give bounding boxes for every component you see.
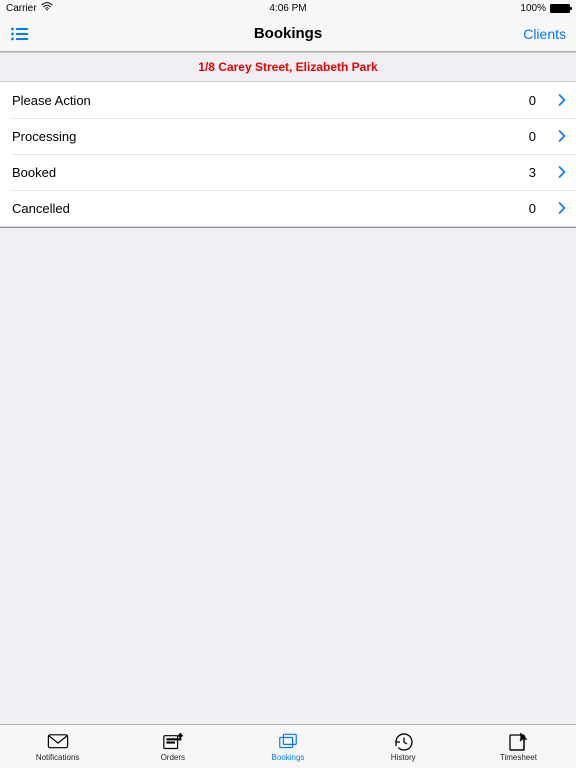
- row-label: Booked: [12, 165, 529, 180]
- screen: Carrier 4:06 PM 100% Bo: [0, 0, 576, 768]
- timesheet-icon: [507, 732, 529, 752]
- tab-bar: Notifications Orders Bookings History Ti: [0, 724, 576, 768]
- row-label: Processing: [12, 129, 529, 144]
- booking-status-list: Please Action 0 Processing 0 Booked 3 Ca…: [0, 82, 576, 228]
- clients-button[interactable]: Clients: [523, 26, 566, 42]
- wifi-icon: [41, 2, 53, 14]
- tab-notifications[interactable]: Notifications: [0, 725, 115, 768]
- row-booked[interactable]: Booked 3: [0, 154, 576, 190]
- bookings-icon: [277, 732, 299, 752]
- chevron-right-icon: [558, 166, 566, 178]
- orders-icon: [162, 732, 184, 752]
- content-background: [0, 228, 576, 724]
- list-menu-icon[interactable]: [10, 26, 30, 42]
- tab-bookings[interactable]: Bookings: [230, 725, 345, 768]
- tab-label: Timesheet: [500, 753, 537, 762]
- tab-label: History: [391, 753, 416, 762]
- nav-left: [10, 26, 30, 42]
- tab-label: Orders: [161, 753, 185, 762]
- row-label: Cancelled: [12, 201, 529, 216]
- row-count: 0: [529, 201, 536, 216]
- section-title: 1/8 Carey Street, Elizabeth Park: [198, 60, 377, 74]
- battery-icon: [550, 4, 570, 13]
- row-please-action[interactable]: Please Action 0: [0, 82, 576, 118]
- tab-timesheet[interactable]: Timesheet: [461, 725, 576, 768]
- nav-bar: Bookings Clients: [0, 16, 576, 52]
- tab-label: Bookings: [272, 753, 305, 762]
- tab-orders[interactable]: Orders: [115, 725, 230, 768]
- row-cancelled[interactable]: Cancelled 0: [0, 190, 576, 226]
- history-icon: [392, 732, 414, 752]
- tab-label: Notifications: [36, 753, 80, 762]
- row-count: 0: [529, 93, 536, 108]
- nav-right: Clients: [523, 26, 566, 42]
- status-bar: Carrier 4:06 PM 100%: [0, 0, 576, 16]
- status-left: Carrier: [6, 2, 53, 14]
- row-processing[interactable]: Processing 0: [0, 118, 576, 154]
- status-time: 4:06 PM: [269, 3, 306, 14]
- tab-history[interactable]: History: [346, 725, 461, 768]
- row-label: Please Action: [12, 93, 529, 108]
- section-header: 1/8 Carey Street, Elizabeth Park: [0, 52, 576, 82]
- battery-label: 100%: [520, 3, 546, 14]
- chevron-right-icon: [558, 202, 566, 214]
- row-count: 3: [529, 165, 536, 180]
- page-title: Bookings: [254, 25, 322, 42]
- carrier-label: Carrier: [6, 3, 37, 14]
- row-count: 0: [529, 129, 536, 144]
- envelope-icon: [47, 732, 69, 752]
- chevron-right-icon: [558, 130, 566, 142]
- status-right: 100%: [520, 3, 570, 14]
- chevron-right-icon: [558, 94, 566, 106]
